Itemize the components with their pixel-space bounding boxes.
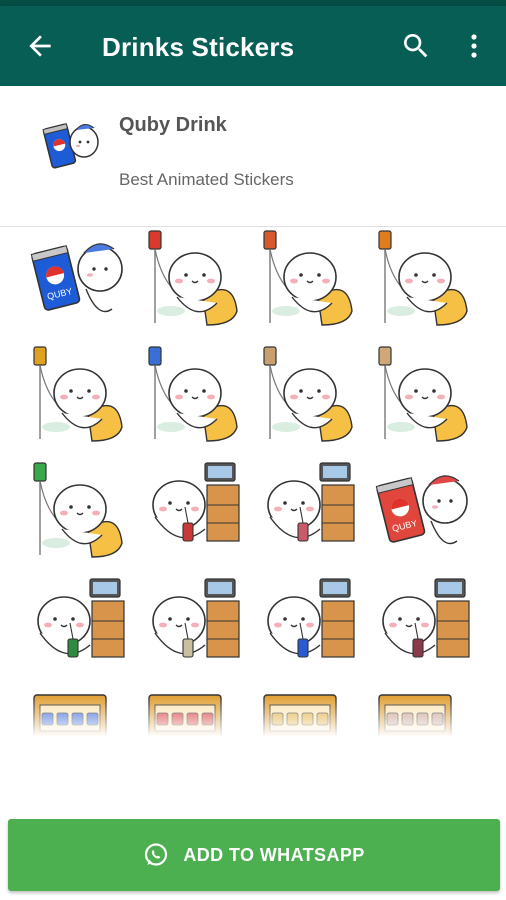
- sticker-2[interactable]: [143, 227, 243, 327]
- sticker-11[interactable]: [258, 459, 358, 559]
- sticker-5[interactable]: [28, 343, 128, 443]
- add-to-whatsapp-label: ADD TO WHATSAPP: [183, 844, 365, 865]
- search-icon[interactable]: [400, 30, 432, 62]
- pack-subtitle: Best Animated Stickers: [119, 170, 294, 189]
- sticker-image: [263, 230, 353, 326]
- sticker-image: [37, 578, 125, 658]
- sticker-image: [33, 462, 123, 558]
- whatsapp-icon: [145, 843, 168, 866]
- pack-name: Quby Drink: [119, 114, 227, 136]
- sticker-image: QUBY: [375, 475, 468, 545]
- sticker-image: [378, 230, 468, 326]
- sticker-image: [267, 578, 355, 658]
- sticker-image: [382, 578, 470, 658]
- sticker-image: [378, 346, 468, 442]
- sticker-image: [33, 346, 123, 442]
- arrow-back-icon[interactable]: [24, 30, 56, 62]
- sticker-6[interactable]: [143, 343, 243, 443]
- sticker-12[interactable]: QUBY: [373, 459, 473, 559]
- sticker-10[interactable]: [143, 459, 243, 559]
- sticker-image: [148, 346, 238, 442]
- sticker-image: [148, 230, 238, 326]
- sticker-7[interactable]: [258, 343, 358, 443]
- page-title: Drinks Stickers: [102, 32, 295, 62]
- app-bar: Drinks Stickers: [0, 6, 506, 86]
- sticker-16[interactable]: [373, 575, 473, 675]
- more-vert-icon[interactable]: [462, 30, 486, 62]
- sticker-13[interactable]: [28, 575, 128, 675]
- sticker-1[interactable]: QUBY: [28, 227, 128, 327]
- grid-fade: [0, 697, 506, 737]
- sticker-image: [152, 578, 240, 658]
- sticker-pack-header: Quby Drink Best Animated Stickers: [0, 86, 506, 227]
- add-to-whatsapp-button[interactable]: ADD TO WHATSAPP: [8, 819, 500, 891]
- sticker-grid: QUBY QUBY: [0, 227, 506, 737]
- sticker-image: QUBY: [30, 243, 123, 313]
- sticker-image: [152, 462, 240, 542]
- sticker-image: [267, 462, 355, 542]
- sticker-14[interactable]: [143, 575, 243, 675]
- sticker-15[interactable]: [258, 575, 358, 675]
- sticker-4[interactable]: [373, 227, 473, 327]
- sticker-9[interactable]: [28, 459, 128, 559]
- sticker-image: [263, 346, 353, 442]
- quby-pepsi-can-tray-icon: [42, 123, 99, 169]
- sticker-3[interactable]: [258, 227, 358, 327]
- sticker-8[interactable]: [373, 343, 473, 443]
